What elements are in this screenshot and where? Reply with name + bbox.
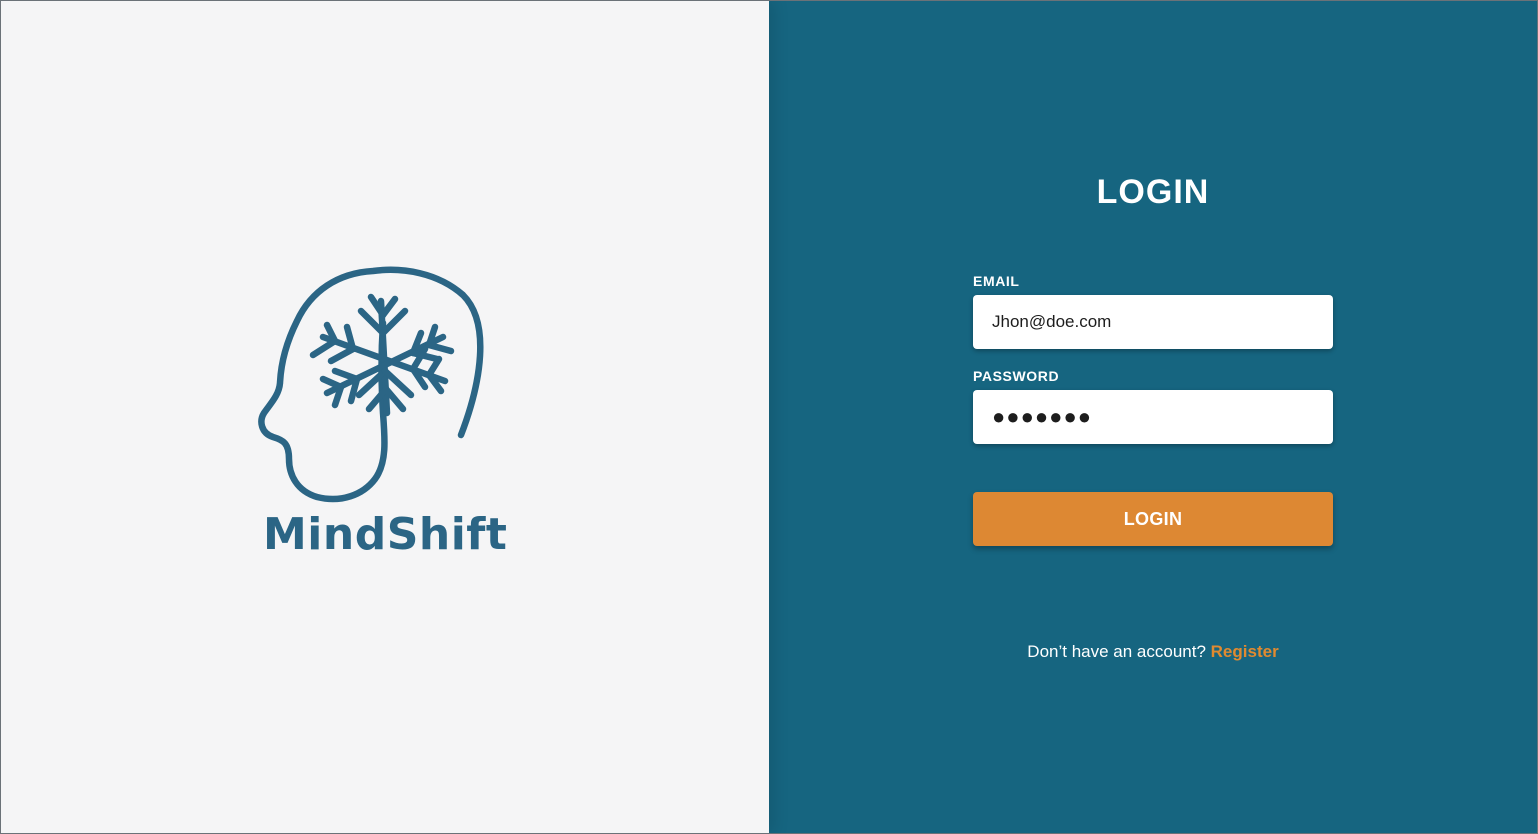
login-button[interactable]: LOGIN [973,492,1333,546]
register-link[interactable]: Register [1211,642,1279,661]
brand-logo: MindShift [253,263,513,573]
password-field[interactable] [973,390,1333,444]
login-title: LOGIN [1096,173,1210,211]
register-prompt: Don’t have an account? [1027,642,1206,661]
register-prompt-line: Don’t have an account? Register [769,642,1537,662]
login-panel: LOGIN EMAIL PASSWORD LOGIN Don’t have an… [769,1,1537,833]
email-field[interactable] [973,295,1333,349]
head-with-snowflake-icon [258,266,484,503]
password-label: PASSWORD [973,368,1060,384]
brand-panel: MindShift [1,1,769,833]
email-label: EMAIL [973,273,1020,289]
brand-name: MindShift [263,509,508,560]
app-window: MindShift LOGIN EMAIL PASSWORD LOGIN Don… [0,0,1538,834]
